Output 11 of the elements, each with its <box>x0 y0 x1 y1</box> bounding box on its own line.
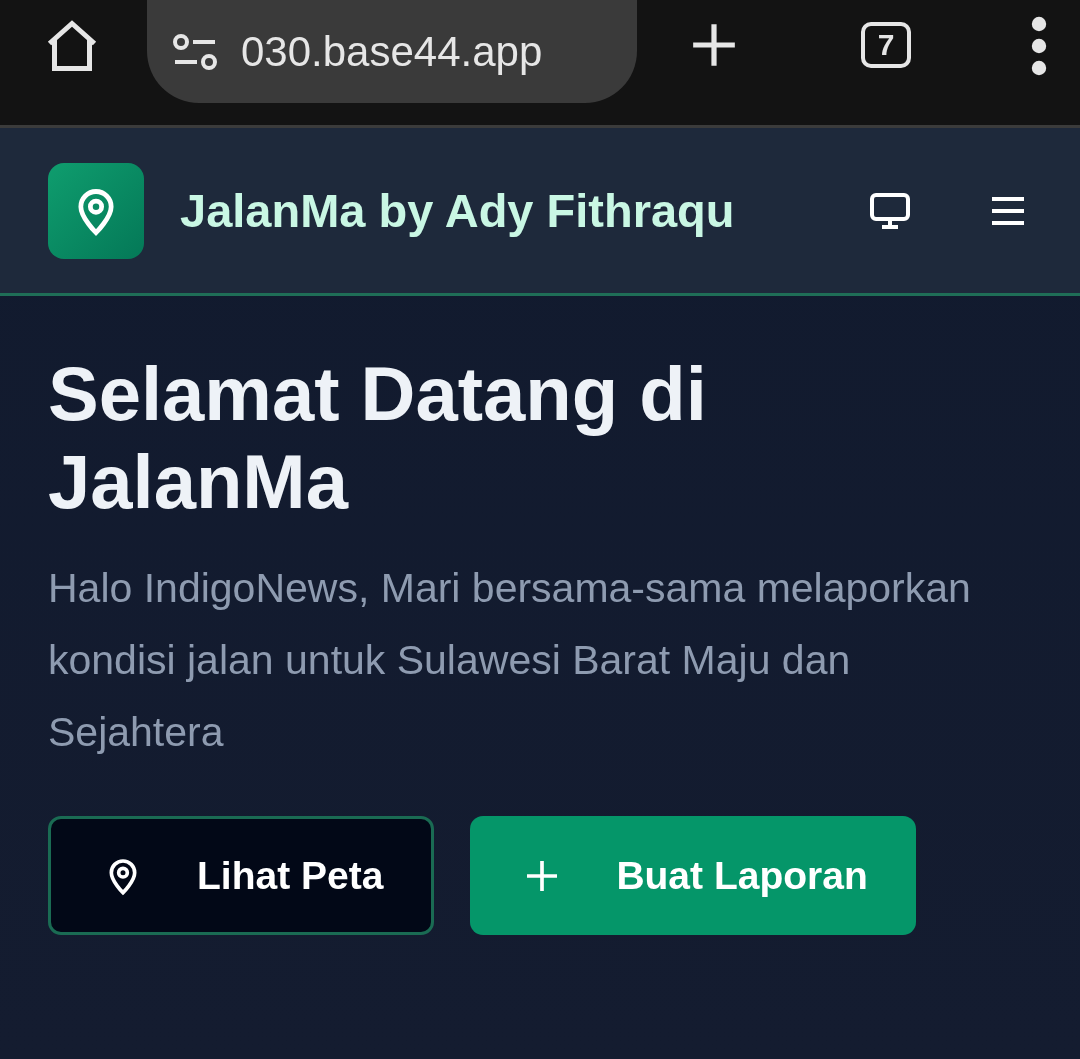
tab-count-button[interactable]: 7 <box>861 22 911 68</box>
url-text: 030.base44.app <box>241 27 543 76</box>
menu-icon[interactable] <box>1031 16 1047 76</box>
app-logo[interactable] <box>48 162 144 259</box>
app-title: JalanMa by Ady Fithraqu <box>180 183 736 238</box>
site-settings-icon <box>171 31 219 72</box>
create-report-button[interactable]: Buat Laporan <box>470 816 916 935</box>
hero-text: Halo IndigoNews, Mari bersama-sama melaporkan kondisi jalan untuk Sulawesi Barat Maju dan Sejahtera <box>48 564 972 757</box>
view-map-button[interactable]: Lihat Peta <box>48 816 435 935</box>
hero-heading: Selamat Datang di JalanMa <box>48 350 708 526</box>
address-bar[interactable]: 030.base44.app <box>147 0 637 103</box>
